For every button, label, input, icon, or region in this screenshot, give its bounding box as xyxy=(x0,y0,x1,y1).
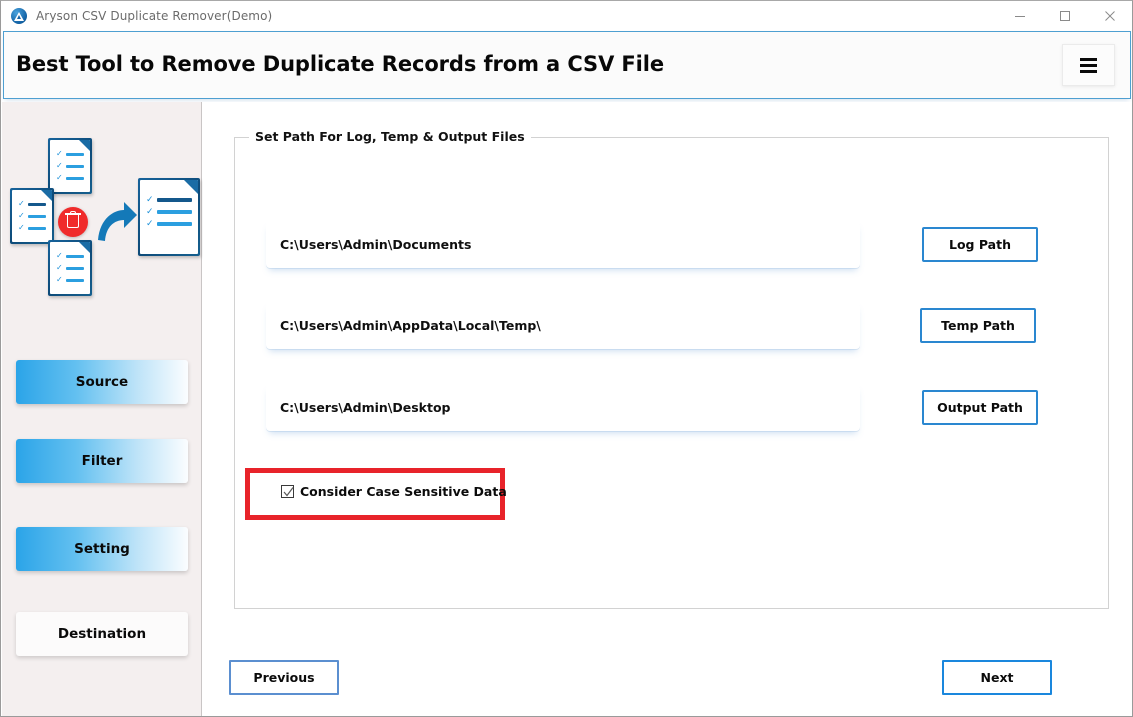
hamburger-menu-icon[interactable] xyxy=(1062,44,1115,86)
csv-file-icon: ✓ ✓ ✓ CSV xyxy=(48,138,92,194)
temp-path-button[interactable]: Temp Path xyxy=(920,308,1036,343)
log-path-row xyxy=(266,221,860,268)
main-content: Set Path For Log, Temp & Output Files Lo… xyxy=(203,102,1132,716)
previous-button[interactable]: Previous xyxy=(229,660,339,695)
minimize-button[interactable] xyxy=(997,1,1042,31)
body-area: ✓ ✓ ✓ CSV ✓ ✓ ✓ CSV ✓ ✓ ✓ CSV ✓ ✓ ✓ CSV … xyxy=(2,102,1132,716)
case-sensitive-checkbox[interactable] xyxy=(281,485,294,498)
case-sensitive-highlight: Consider Case Sensitive Data xyxy=(245,468,507,520)
log-path-button[interactable]: Log Path xyxy=(922,227,1038,262)
output-path-row xyxy=(266,384,860,431)
sidebar-item-source[interactable]: Source xyxy=(16,360,188,404)
case-sensitive-label: Consider Case Sensitive Data xyxy=(300,484,507,499)
aryson-logo-icon xyxy=(11,8,27,24)
log-path-input[interactable] xyxy=(266,221,860,268)
sidebar-item-filter[interactable]: Filter xyxy=(16,439,188,483)
temp-path-row xyxy=(266,302,860,349)
maximize-button[interactable] xyxy=(1042,1,1087,31)
header-banner: Best Tool to Remove Duplicate Records fr… xyxy=(3,31,1131,99)
set-path-groupbox: Set Path For Log, Temp & Output Files Lo… xyxy=(234,129,1109,609)
case-sensitive-checkbox-row[interactable]: Consider Case Sensitive Data xyxy=(281,484,507,499)
window-controls xyxy=(997,1,1132,31)
trash-icon xyxy=(58,207,88,237)
next-button[interactable]: Next xyxy=(942,660,1052,695)
groupbox-title: Set Path For Log, Temp & Output Files xyxy=(249,129,531,144)
close-button[interactable] xyxy=(1087,1,1132,31)
sidebar: ✓ ✓ ✓ CSV ✓ ✓ ✓ CSV ✓ ✓ ✓ CSV ✓ ✓ ✓ CSV … xyxy=(2,102,202,716)
temp-path-input[interactable] xyxy=(266,302,860,349)
csv-file-label: CSV xyxy=(57,178,83,191)
window-title: Aryson CSV Duplicate Remover(Demo) xyxy=(36,9,273,23)
output-path-button[interactable]: Output Path xyxy=(922,390,1038,425)
arrow-right-icon xyxy=(98,202,137,241)
csv-output-file-label: CSV xyxy=(149,233,189,253)
application-window: Aryson CSV Duplicate Remover(Demo) Best … xyxy=(0,0,1133,717)
csv-file-icon: ✓ ✓ ✓ CSV xyxy=(10,188,54,244)
sidebar-item-destination[interactable]: Destination xyxy=(16,612,188,656)
sidebar-item-setting[interactable]: Setting xyxy=(16,527,188,571)
title-bar: Aryson CSV Duplicate Remover(Demo) xyxy=(1,1,1132,31)
csv-file-label: CSV xyxy=(19,228,45,241)
csv-file-icon: ✓ ✓ ✓ CSV xyxy=(48,240,92,296)
csv-file-label: CSV xyxy=(57,280,83,293)
csv-output-file-icon: ✓ ✓ ✓ CSV xyxy=(138,178,200,256)
output-path-input[interactable] xyxy=(266,384,860,431)
csv-duplicate-removal-illustration: ✓ ✓ ✓ CSV ✓ ✓ ✓ CSV ✓ ✓ ✓ CSV ✓ ✓ ✓ CSV xyxy=(10,138,200,338)
page-title: Best Tool to Remove Duplicate Records fr… xyxy=(16,52,665,76)
